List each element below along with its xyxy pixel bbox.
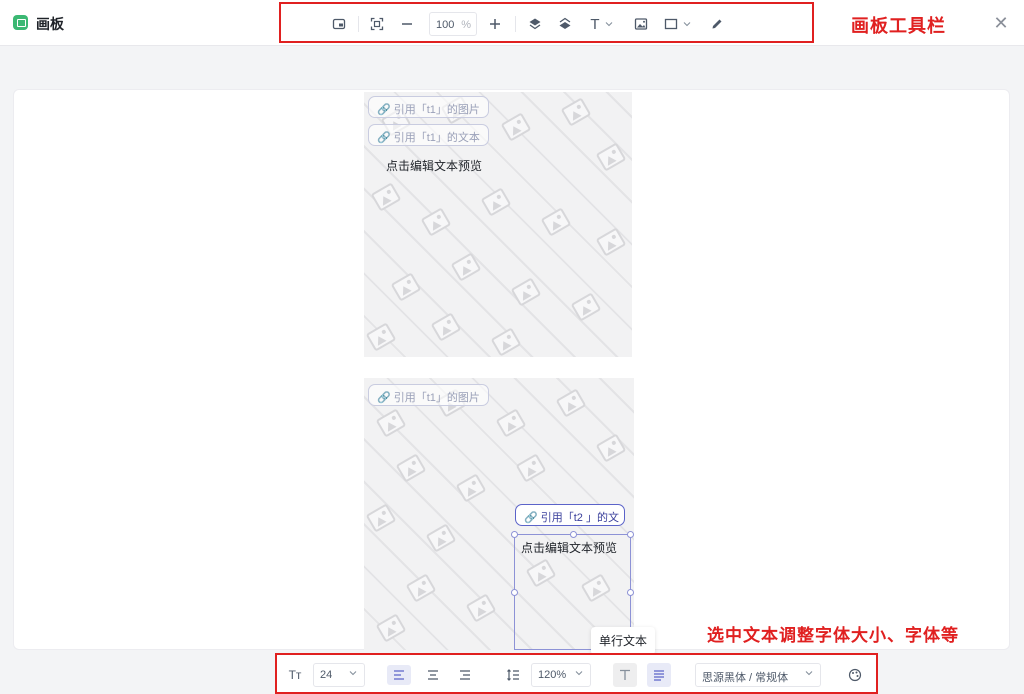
- text-preview[interactable]: 点击编辑文本预览: [386, 157, 482, 174]
- layer-up-icon[interactable]: [525, 14, 545, 34]
- board-size-icon[interactable]: [329, 14, 349, 34]
- font-family-select[interactable]: 思源黑体 / 常规体: [695, 663, 821, 687]
- vertical-align-top-icon[interactable]: [613, 663, 637, 687]
- rectangle-icon: [664, 18, 678, 30]
- image-placeholder-icon: [515, 453, 547, 483]
- image-placeholder-icon: [450, 252, 482, 282]
- image-placeholder-icon: [570, 292, 602, 322]
- text-reference-pill[interactable]: 🔗 引用「t1」的文本: [368, 124, 489, 146]
- image-placeholder-icon: [430, 312, 462, 342]
- image-placeholder-icon: [375, 408, 407, 438]
- align-left-icon[interactable]: [387, 665, 411, 685]
- app-title: 画板: [36, 16, 64, 32]
- zoom-unit: %: [461, 19, 471, 31]
- resize-handle[interactable]: [627, 589, 634, 596]
- artboard-2[interactable]: 🔗 引用「t1」的图片 🔗 引用「t2 」的文 点击编辑文本预览: [364, 378, 634, 650]
- toolbar-annotation: 画板工具栏: [851, 16, 946, 36]
- zoom-value: 100: [436, 19, 455, 31]
- board-app-icon: [13, 15, 28, 30]
- image-placeholder-icon: [595, 227, 627, 257]
- color-palette-icon[interactable]: [843, 665, 867, 685]
- text-reference-pill[interactable]: 🔗 引用「t2 」的文: [515, 504, 625, 526]
- font-family-value: 思源黑体 / 常规体: [702, 672, 789, 684]
- chevron-down-icon: [804, 668, 814, 681]
- image-tool-icon[interactable]: [631, 14, 651, 34]
- pen-tool-icon[interactable]: [707, 14, 727, 34]
- image-placeholder-icon: [555, 388, 587, 418]
- image-placeholder-icon: [595, 142, 627, 172]
- header: 画板 100 % T 画板工具栏 ✕: [0, 0, 1024, 46]
- image-placeholder-icon: [455, 473, 487, 503]
- chevron-down-icon: [683, 22, 691, 27]
- font-size-select[interactable]: 24: [313, 663, 365, 687]
- resize-handle[interactable]: [570, 531, 577, 538]
- chevron-down-icon: [574, 668, 584, 681]
- font-size-value: 24: [320, 669, 333, 681]
- font-size-icon: Tт: [288, 668, 302, 682]
- close-icon[interactable]: ✕: [990, 12, 1012, 34]
- image-placeholder-icon: [490, 327, 522, 357]
- image-placeholder-icon: [560, 97, 592, 127]
- tooltip-single-line-text: 单行文本: [591, 627, 655, 655]
- image-placeholder-icon: [510, 277, 542, 307]
- zoom-in-icon[interactable]: [485, 14, 505, 34]
- image-placeholder-icon: [375, 613, 407, 643]
- paragraph-icon[interactable]: [647, 663, 671, 687]
- image-placeholder-icon: [365, 322, 397, 352]
- image-placeholder-icon: [395, 453, 427, 483]
- shape-tool-dropdown[interactable]: [661, 14, 695, 34]
- line-height-select[interactable]: 120%: [531, 663, 591, 687]
- resize-handle[interactable]: [627, 531, 634, 538]
- text-tool-icon: T: [590, 15, 600, 33]
- image-placeholder-icon: [465, 593, 497, 623]
- image-placeholder-icon: [370, 182, 402, 212]
- zoom-out-icon[interactable]: [397, 14, 417, 34]
- image-placeholder-icon: [480, 187, 512, 217]
- image-reference-pill[interactable]: 🔗 引用「t1」的图片: [368, 96, 489, 118]
- board-toolbar: 100 % T: [279, 2, 814, 43]
- zoom-input[interactable]: 100 %: [429, 12, 477, 36]
- image-placeholder-icon: [425, 523, 457, 553]
- image-placeholder-icon: [495, 408, 527, 438]
- align-right-icon[interactable]: [453, 665, 477, 685]
- text-style-annotation: 选中文本调整字体大小、字体等: [707, 626, 959, 645]
- artboard-1[interactable]: 🔗 引用「t1」的图片 🔗 引用「t1」的文本 点击编辑文本预览: [364, 92, 632, 357]
- line-height-icon: [501, 665, 525, 685]
- image-placeholder-icon: [595, 433, 627, 463]
- toolbar-divider: [358, 16, 359, 32]
- fit-screen-icon[interactable]: [367, 14, 387, 34]
- text-style-toolbar: Tт 24 120% 思源黑体 / 常规体: [275, 653, 878, 694]
- line-height-value: 120%: [538, 669, 567, 681]
- resize-handle[interactable]: [511, 589, 518, 596]
- chevron-down-icon: [605, 22, 612, 27]
- selected-text-preview[interactable]: 点击编辑文本预览: [521, 539, 617, 556]
- layer-down-icon[interactable]: [555, 14, 575, 34]
- image-placeholder-icon: [365, 503, 397, 533]
- resize-handle[interactable]: [511, 531, 518, 538]
- text-tool-dropdown[interactable]: T: [585, 14, 619, 34]
- image-placeholder-icon: [405, 573, 437, 603]
- image-placeholder-icon: [390, 272, 422, 302]
- align-center-icon[interactable]: [421, 665, 445, 685]
- image-placeholder-icon: [540, 207, 572, 237]
- toolbar-divider: [515, 16, 516, 32]
- image-placeholder-icon: [500, 112, 532, 142]
- chevron-down-icon: [348, 668, 358, 681]
- image-placeholder-icon: [420, 207, 452, 237]
- image-reference-pill[interactable]: 🔗 引用「t1」的图片: [368, 384, 489, 406]
